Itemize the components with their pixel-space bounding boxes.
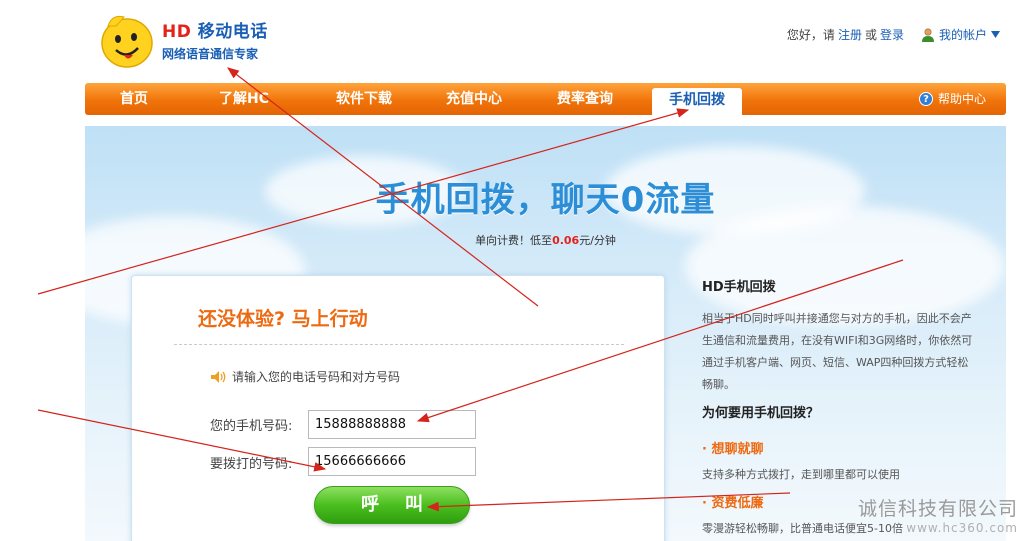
dial-number-label: 要拨打的号码: [210,457,293,472]
nav-item-recharge[interactable]: 充值中心 [429,83,519,115]
info-description: 相当于HD同时呼叫并接通您与对方的手机，因此不会产生通信和流量费用，在没有WIF… [702,312,973,391]
hero-price: 0.06 [552,234,580,247]
smiley-logo-icon[interactable] [98,12,156,70]
my-account-label: 我的帐户 [938,28,987,42]
nav-item-download[interactable]: 软件下载 [319,83,409,115]
my-phone-label: 您的手机号码: [210,419,293,434]
brand-name: HD 移动电话 [162,17,268,42]
dial-number-input[interactable] [308,447,476,476]
benefit-title: · 想聊就聊 [702,442,764,457]
callback-form-card: 还没体验? 马上行动 请输入您的电话号码和对方号码 您的手机号码: 要拨打的号码… [131,275,665,541]
help-center-link[interactable]: ? 帮助中心 [918,83,986,115]
callback-info: HD手机回拨 相当于HD同时呼叫并接通您与对方的手机，因此不会产生通信和流量费用… [702,276,982,396]
nav-item-home[interactable]: 首页 [89,83,179,115]
user-icon [921,27,934,42]
triangle-down-icon [991,31,1000,38]
form-hint-text: 请输入您的电话号码和对方号码 [232,370,401,384]
watermark-company: 诚信科技有限公司 [857,498,1018,520]
login-link[interactable]: 登录 [880,26,904,43]
question-circle-icon: ? [918,92,933,106]
speaker-icon [211,370,226,383]
brand-slogan: 网络语音通信专家 [162,47,259,61]
help-center-label: 帮助中心 [937,92,986,106]
hero-title: 手机回拨，聊天0流量 [375,180,716,220]
form-hint: 请输入您的电话号码和对方号码 [210,368,400,385]
nav-item-about[interactable]: 了解HC [199,83,289,115]
hero-sub-prefix: 单向计费！低至 [475,234,553,247]
main-nav: 首页 了解HC 软件下载 充值中心 费率查询 手机回拨 ? 帮助中心 [85,83,1006,118]
hero-subtitle: 单向计费！低至0.06元/分钟 [85,232,1006,248]
info-title: HD手机回拨 [702,280,776,295]
benefit-description: 零漫游轻松畅聊，比普通电话便宜5-10倍 [702,522,903,535]
my-phone-input[interactable] [308,410,476,439]
hero-sub-suffix: 元/分钟 [579,234,616,247]
benefit-description: 支持多种方式拨打，走到哪里都可以使用 [702,468,900,481]
form-divider [174,344,624,345]
page: HD 移动电话 网络语音通信专家 您好，请 注册 或 登录 我的帐户 首页 了解… [0,0,1024,541]
brand-name-prefix: HD [162,22,192,42]
form-title: 还没体验? 马上行动 [198,308,368,330]
benefit-title: · 资费低廉 [702,496,764,511]
nav-item-rates[interactable]: 费率查询 [540,83,630,115]
why-title: 为何要用手机回拨？ [702,406,820,421]
top-links: 您好，请 注册 或 登录 我的帐户 [787,26,1000,43]
brand-name-rest: 移动电话 [191,22,268,42]
register-link[interactable]: 注册 [838,26,862,43]
nav-item-callback[interactable]: 手机回拨 [652,88,742,118]
watermark-url: www.hc360.com [906,521,1018,535]
or-text: 或 [864,28,877,42]
greeting-text: 您好，请 [786,28,835,42]
call-button[interactable]: 呼叫 [314,486,470,524]
my-account-menu[interactable]: 我的帐户 [921,26,1000,43]
